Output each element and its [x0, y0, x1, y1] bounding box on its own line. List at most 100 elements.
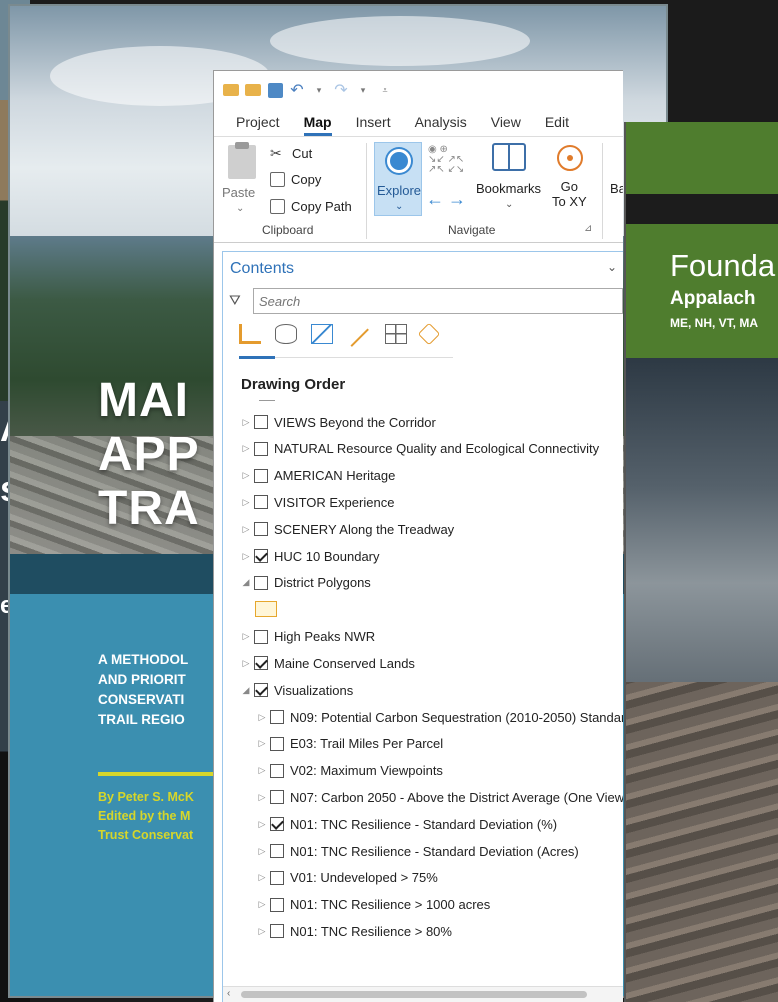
tab-project[interactable]: Project: [224, 114, 292, 136]
layer-visibility-checkbox[interactable]: [254, 549, 268, 563]
expand-triangle-icon[interactable]: ▷: [257, 819, 267, 830]
go-to-xy-button[interactable]: Go To XY: [552, 179, 587, 209]
basemap-button[interactable]: Ba: [610, 181, 623, 196]
layer-visibility-checkbox[interactable]: [254, 415, 268, 429]
expand-triangle-icon[interactable]: ▷: [257, 926, 267, 937]
layer-row[interactable]: ▷ VIEWS Beyond the Corridor: [241, 409, 436, 435]
layer-visibility-checkbox[interactable]: [270, 736, 284, 751]
paste-button[interactable]: Paste: [222, 185, 255, 200]
bookmarks-button[interactable]: Bookmarks: [476, 181, 541, 196]
new-project-icon[interactable]: [222, 81, 240, 99]
expand-triangle-icon[interactable]: ▷: [241, 443, 251, 454]
filter-icon[interactable]: ⛛: [229, 292, 241, 309]
customize-toolbar-icon[interactable]: ⩡: [376, 81, 394, 99]
tab-insert[interactable]: Insert: [344, 114, 403, 136]
layer-row[interactable]: ▷ SCENERY Along the Treadway: [241, 516, 455, 542]
cover-divider: [98, 772, 228, 776]
layer-row[interactable]: ▷ N01: TNC Resilience - Standard Deviatio…: [257, 811, 558, 837]
collapse-triangle-icon[interactable]: ◢: [241, 577, 251, 588]
horizontal-scrollbar[interactable]: ‹: [223, 986, 623, 1002]
expand-triangle-icon[interactable]: ▷: [241, 658, 251, 669]
full-extent-icon[interactable]: ◉ ⊕ ↘↙ ↗↖ ↗↖ ↙↘: [428, 145, 464, 175]
search-input[interactable]: [253, 288, 623, 314]
layer-visibility-checkbox[interactable]: [270, 897, 284, 912]
explore-button[interactable]: Explore ⌄: [374, 142, 422, 216]
layer-row[interactable]: ▷ VISITOR Experience: [241, 489, 395, 515]
layer-visibility-checkbox[interactable]: [254, 656, 268, 671]
save-project-icon[interactable]: [266, 81, 284, 99]
layer-visibility-checkbox[interactable]: [270, 763, 284, 778]
layer-row[interactable]: ▷ N09: Potential Carbon Sequestration (20…: [257, 704, 623, 730]
layer-row[interactable]: ▷ V02: Maximum Viewpoints: [257, 758, 443, 784]
layer-row[interactable]: ▷ HUC 10 Boundary: [241, 543, 380, 569]
open-project-icon[interactable]: [244, 81, 262, 99]
layer-visibility-checkbox[interactable]: [270, 710, 284, 724]
layer-visibility-checkbox[interactable]: [270, 817, 284, 832]
expand-triangle-icon[interactable]: ▷: [257, 792, 267, 803]
scroll-left-icon[interactable]: ‹: [227, 988, 230, 999]
layer-row[interactable]: ▷ N07: Carbon 2050 - Above the District A…: [257, 784, 623, 810]
list-by-editing-icon[interactable]: [349, 327, 369, 347]
expand-triangle-icon[interactable]: ▷: [257, 765, 267, 776]
list-by-labeling-icon[interactable]: [417, 322, 441, 346]
layer-visibility-checkbox[interactable]: [270, 790, 284, 805]
layer-row[interactable]: ▷ N01: TNC Resilience > 1000 acres: [257, 892, 491, 918]
previous-next-extent-icon[interactable]: ←→: [426, 189, 470, 210]
layer-visibility-checkbox[interactable]: [254, 683, 268, 698]
expand-triangle-icon[interactable]: ▷: [257, 899, 267, 910]
layer-visibility-checkbox[interactable]: [270, 870, 284, 885]
list-by-drawing-order-icon[interactable]: [239, 324, 261, 344]
layer-visibility-checkbox[interactable]: [254, 441, 268, 456]
expand-triangle-icon[interactable]: ▷: [241, 551, 251, 562]
layer-row[interactable]: ▷ N01: TNC Resilience - Standard Deviatio…: [257, 838, 579, 864]
undo-dropdown-icon[interactable]: ▾: [310, 81, 328, 99]
expand-triangle-icon[interactable]: ▷: [241, 524, 251, 535]
layer-row[interactable]: ▷ E03: Trail Miles Per Parcel: [257, 731, 444, 757]
layer-row[interactable]: ▷ High Peaks NWR: [241, 624, 376, 650]
tab-edit[interactable]: Edit: [533, 114, 581, 136]
layer-visibility-checkbox[interactable]: [270, 924, 284, 939]
layer-visibility-checkbox[interactable]: [254, 629, 268, 644]
expand-triangle-icon[interactable]: ▷: [257, 872, 267, 883]
redo-dropdown-icon[interactable]: ▾: [354, 81, 372, 99]
layer-visibility-checkbox[interactable]: [254, 495, 268, 510]
tab-map[interactable]: Map: [292, 114, 344, 136]
pane-menu-chevron-icon[interactable]: ⌄: [607, 260, 617, 274]
paste-dropdown-icon[interactable]: ⌄: [236, 203, 244, 214]
layer-row[interactable]: ▷ NATURAL Resource Quality and Ecological…: [241, 436, 600, 462]
scrollbar-thumb[interactable]: [241, 991, 587, 998]
layer-row[interactable]: ▷ N01: TNC Resilience > 80%: [257, 918, 452, 944]
layer-row[interactable]: ◢ District Polygons: [241, 570, 371, 596]
copy-path-button[interactable]: Copy Path: [270, 199, 352, 214]
copy-button[interactable]: Copy: [270, 172, 321, 187]
explore-label: Explore: [376, 183, 422, 198]
expand-triangle-icon[interactable]: ▷: [241, 470, 251, 481]
layer-row[interactable]: ▷ AMERICAN Heritage: [241, 463, 396, 489]
list-by-snapping-icon[interactable]: [385, 324, 407, 344]
tab-view[interactable]: View: [479, 114, 533, 136]
expand-triangle-icon[interactable]: ▷: [257, 846, 267, 857]
layer-visibility-checkbox[interactable]: [254, 522, 268, 537]
layer-row[interactable]: ▷ Maine Conserved Lands: [241, 650, 415, 676]
expand-triangle-icon[interactable]: ▷: [241, 497, 251, 508]
tab-analysis[interactable]: Analysis: [403, 114, 479, 136]
redo-icon[interactable]: ↷: [332, 81, 350, 99]
layer-label: VIEWS Beyond the Corridor: [274, 414, 436, 430]
expand-triangle-icon[interactable]: ▷: [241, 631, 251, 642]
expand-triangle-icon[interactable]: ▷: [257, 712, 267, 723]
list-by-data-source-icon[interactable]: [275, 324, 297, 344]
layer-visibility-checkbox[interactable]: [254, 468, 268, 483]
bookmarks-dropdown-icon[interactable]: ⌄: [505, 199, 513, 210]
expand-triangle-icon[interactable]: ▷: [257, 738, 267, 749]
list-by-selection-icon[interactable]: [311, 324, 333, 344]
layer-visibility-checkbox[interactable]: [254, 575, 268, 590]
copy-path-icon: [270, 199, 285, 214]
dialog-launcher-icon[interactable]: ⊿: [584, 223, 592, 234]
layer-visibility-checkbox[interactable]: [270, 844, 284, 858]
layer-row[interactable]: ◢ Visualizations: [241, 677, 354, 703]
expand-triangle-icon[interactable]: ▷: [241, 417, 251, 428]
layer-row[interactable]: ▷ V01: Undeveloped > 75%: [257, 865, 438, 891]
undo-icon[interactable]: ↶: [288, 81, 306, 99]
collapse-triangle-icon[interactable]: ◢: [241, 685, 251, 696]
cut-button[interactable]: ✂ Cut: [270, 145, 312, 161]
